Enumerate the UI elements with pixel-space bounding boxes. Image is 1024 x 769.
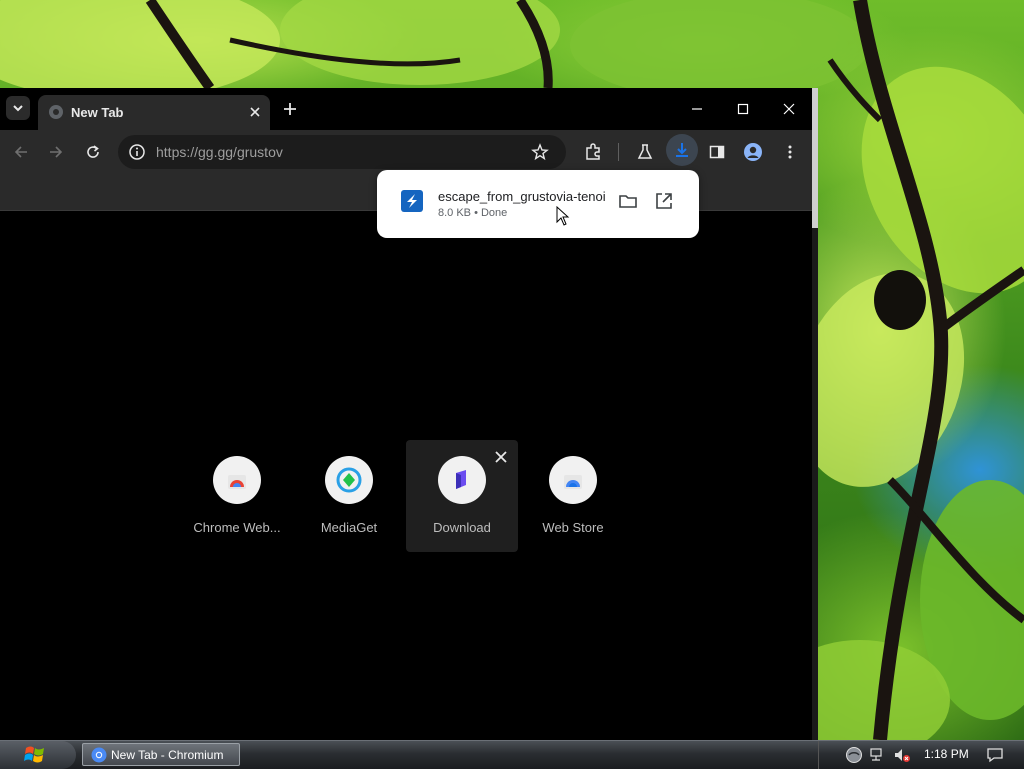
web-store-icon (564, 475, 582, 489)
shortcut-icon-container (549, 456, 597, 504)
shortcut-label: Chrome Web... (193, 520, 281, 535)
profile-button[interactable] (743, 142, 763, 162)
arrow-right-icon (50, 146, 63, 158)
shortcut-mediaget[interactable]: MediaGet (293, 440, 405, 552)
kebab-menu-icon (788, 145, 792, 159)
tab-title: New Tab (71, 105, 124, 120)
download-icon (676, 143, 688, 157)
labs-button[interactable] (635, 142, 655, 162)
close-icon (783, 103, 795, 115)
reload-button[interactable] (83, 142, 103, 162)
download-filename[interactable]: escape_from_grustovia-tenoi (438, 189, 606, 204)
shortcut-icon-container (438, 456, 486, 504)
shortcut-icon-container (325, 456, 373, 504)
side-panel-icon (709, 145, 725, 159)
plus-icon[interactable] (280, 99, 300, 119)
shortcut-label: Web Store (542, 520, 604, 535)
folder-icon[interactable] (617, 190, 639, 212)
download-bubble: escape_from_grustovia-tenoi 8.0 KB • Don… (377, 170, 699, 238)
windows-logo-icon (24, 746, 44, 763)
taskbar: New Tab - Chromium 1:18 PM (0, 740, 1024, 769)
download-app-icon (456, 470, 466, 489)
menu-button[interactable] (780, 142, 800, 162)
arrow-left-icon (14, 146, 27, 158)
forward-button[interactable] (46, 142, 66, 162)
open-external-icon[interactable] (653, 190, 675, 212)
network-icon[interactable] (869, 746, 887, 764)
close-icon[interactable] (492, 448, 510, 466)
minimize-button[interactable] (674, 94, 720, 124)
info-icon[interactable] (128, 143, 146, 161)
shortcut-label: Download (433, 520, 491, 535)
address-bar[interactable] (118, 135, 566, 169)
back-button[interactable] (11, 142, 31, 162)
url-input[interactable] (156, 144, 496, 160)
system-clock[interactable]: 1:18 PM (924, 747, 969, 761)
maximize-button[interactable] (720, 94, 766, 124)
star-icon[interactable] (531, 143, 549, 161)
maximize-icon (737, 103, 749, 115)
chromium-icon (91, 747, 107, 763)
start-button[interactable] (0, 741, 76, 769)
avatar-icon (744, 143, 762, 161)
chevron-down-icon (13, 105, 23, 112)
extensions-button[interactable] (583, 142, 603, 162)
close-icon[interactable] (246, 103, 264, 121)
tab-search-button[interactable] (6, 96, 30, 120)
shortcut-download[interactable]: Download (406, 440, 518, 552)
side-panel-button[interactable] (707, 142, 727, 162)
tab-strip: New Tab (0, 88, 818, 130)
shortcut-chrome-web-store[interactable]: Chrome Web... (181, 440, 293, 552)
tab-new-tab[interactable]: New Tab (38, 95, 270, 130)
mouse-cursor-icon (556, 206, 570, 226)
shortcut-icon-container (213, 456, 261, 504)
flask-icon (637, 144, 653, 159)
taskbar-item-chromium[interactable]: New Tab - Chromium (82, 743, 240, 766)
shortcut-label: MediaGet (320, 520, 378, 535)
puzzle-icon (586, 143, 600, 160)
scrollbar-thumb[interactable] (812, 88, 818, 228)
mediaget-icon (336, 467, 362, 493)
new-tab-page: Chrome Web... MediaGet Download Web Stor… (0, 211, 818, 740)
taskbar-item-label: New Tab - Chromium (111, 748, 224, 762)
toolbar (0, 130, 818, 174)
shortcut-web-store[interactable]: Web Store (517, 440, 629, 552)
file-type-icon (401, 190, 423, 212)
tray-divider (818, 741, 819, 769)
reload-icon (87, 145, 99, 158)
volume-muted-icon[interactable] (893, 746, 911, 764)
chrome-web-store-icon (228, 475, 246, 489)
download-status: 8.0 KB • Done (438, 207, 508, 219)
network-globe-icon[interactable] (845, 746, 863, 764)
toolbar-divider (618, 143, 619, 161)
minimize-icon (692, 108, 702, 110)
downloads-button[interactable] (666, 134, 698, 166)
close-window-button[interactable] (766, 94, 812, 124)
globe-icon (49, 105, 63, 119)
notification-icon[interactable] (986, 746, 1004, 764)
